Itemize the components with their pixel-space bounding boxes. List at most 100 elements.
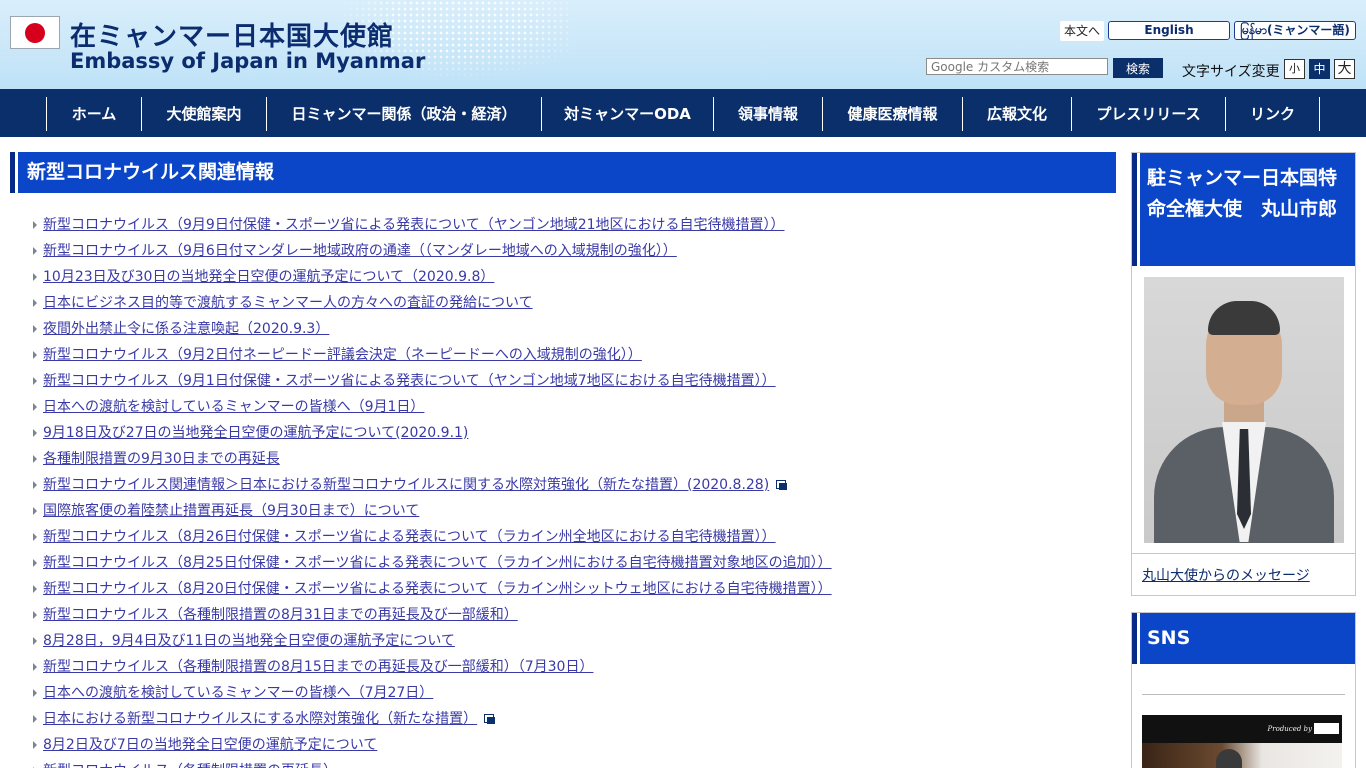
- arrow-bullet-icon: [33, 455, 37, 463]
- section-heading: 新型コロナウイルス関連情報: [10, 152, 1116, 193]
- news-list-item: 新型コロナウイルス（9月1日付保健・スポーツ省による発表について（ヤンゴン地域7…: [33, 368, 1113, 394]
- arrow-bullet-icon: [33, 403, 37, 411]
- news-link[interactable]: 日本への渡航を検討しているミャンマーの皆様へ（9月1日）: [43, 394, 424, 420]
- main-navigation: ホーム 大使館案内 日ミャンマー関係（政治・経済） 対ミャンマーODA 領事情報…: [0, 89, 1366, 137]
- arrow-bullet-icon: [33, 741, 37, 749]
- news-link[interactable]: 各種制限措置の9月30日までの再延長: [43, 446, 280, 472]
- arrow-bullet-icon: [33, 377, 37, 385]
- nav-japan-myanmar-relations[interactable]: 日ミャンマー関係（政治・経済）: [266, 97, 541, 131]
- divider: [1142, 694, 1345, 695]
- news-link[interactable]: 新型コロナウイルス（9月6日付マンダレー地域政府の通達（（マンダレー地域への入域…: [43, 238, 677, 264]
- news-list-item: 8月28日，9月4日及び11日の当地発全日空便の運航予定について: [33, 628, 1113, 654]
- news-list-item: 日本への渡航を検討しているミャンマーの皆様へ（7月27日）: [33, 680, 1113, 706]
- news-list-item: 9月18日及び27日の当地発全日空便の運航予定について(2020.9.1): [33, 420, 1113, 446]
- nav-oda[interactable]: 対ミャンマーODA: [541, 97, 713, 131]
- arrow-bullet-icon: [33, 273, 37, 281]
- external-window-icon: [484, 713, 496, 725]
- arrow-bullet-icon: [33, 429, 37, 437]
- producer-logo-icon: [1314, 723, 1339, 734]
- news-list-item: 新型コロナウイルス（9月6日付マンダレー地域政府の通達（（マンダレー地域への入域…: [33, 238, 1113, 264]
- news-list-item: 新型コロナウイルス（8月20日付保健・スポーツ省による発表について（ラカイン州シ…: [33, 576, 1113, 602]
- arrow-bullet-icon: [33, 481, 37, 489]
- news-link[interactable]: 日本における新型コロナウイルスにする水際対策強化（新たな措置）: [43, 706, 477, 732]
- skip-to-content-link[interactable]: 本文へ: [1060, 21, 1104, 41]
- arrow-bullet-icon: [33, 325, 37, 333]
- site-title-japanese[interactable]: 在ミャンマー日本国大使館: [70, 16, 394, 53]
- ambassador-heading: 駐ミャンマー日本国特命全権大使 丸山市郎: [1132, 153, 1355, 266]
- arrow-bullet-icon: [33, 507, 37, 515]
- font-size-small-button[interactable]: 小: [1284, 59, 1305, 79]
- nav-culture[interactable]: 広報文化: [962, 97, 1071, 131]
- arrow-bullet-icon: [33, 221, 37, 229]
- arrow-bullet-icon: [33, 715, 37, 723]
- news-list-item: 新型コロナウイルス（各種制限措置の8月15日までの再延長及び一部緩和）（7月30…: [33, 654, 1113, 680]
- arrow-bullet-icon: [33, 637, 37, 645]
- sns-panel: SNS Produced by: [1131, 612, 1356, 768]
- language-english-button[interactable]: English: [1108, 21, 1230, 40]
- news-link[interactable]: 新型コロナウイルス（8月26日付保健・スポーツ省による発表について（ラカイン州全…: [43, 524, 776, 550]
- news-list-item: 日本における新型コロナウイルスにする水際対策強化（新たな措置）: [33, 706, 1113, 732]
- news-link[interactable]: 新型コロナウイルス（各種制限措置の再延長）: [43, 758, 337, 768]
- arrow-bullet-icon: [33, 689, 37, 697]
- arrow-bullet-icon: [33, 611, 37, 619]
- news-list: 新型コロナウイルス（9月9日付保健・スポーツ省による発表について（ヤンゴン地域2…: [33, 212, 1113, 768]
- news-link[interactable]: 日本への渡航を検討しているミャンマーの皆様へ（7月27日）: [43, 680, 433, 706]
- nav-home[interactable]: ホーム: [46, 97, 141, 131]
- font-size-large-button[interactable]: 大: [1334, 59, 1355, 79]
- nav-health[interactable]: 健康医療情報: [822, 97, 962, 131]
- news-list-item: 国際旅客便の着陸禁止措置再延長（9月30日まで）について: [33, 498, 1113, 524]
- ambassador-message-link[interactable]: 丸山大使からのメッセージ: [1142, 565, 1310, 585]
- font-size-label: 文字サイズ変更: [1182, 64, 1280, 80]
- news-list-item: 新型コロナウイルス（9月2日付ネーピードー評議会決定（ネーピードーへの入域規制の…: [33, 342, 1113, 368]
- news-link[interactable]: 新型コロナウイルス（各種制限措置の8月31日までの再延長及び一部緩和）: [43, 602, 518, 628]
- news-list-item: 新型コロナウイルス（8月25日付保健・スポーツ省による発表について（ラカイン州に…: [33, 550, 1113, 576]
- nav-links[interactable]: リンク: [1225, 97, 1320, 131]
- ambassador-photo[interactable]: [1144, 277, 1344, 543]
- nav-consular[interactable]: 領事情報: [713, 97, 822, 131]
- arrow-bullet-icon: [33, 663, 37, 671]
- news-link[interactable]: 新型コロナウイルス（9月2日付ネーピードー評議会決定（ネーピードーへの入域規制の…: [43, 342, 642, 368]
- news-link[interactable]: 新型コロナウイルス（各種制限措置の8月15日までの再延長及び一部緩和）（7月30…: [43, 654, 593, 680]
- news-link[interactable]: 新型コロナウイルス（8月25日付保健・スポーツ省による発表について（ラカイン州に…: [43, 550, 832, 576]
- site-header: 在ミャンマー日本国大使館 Embassy of Japan in Myanmar…: [0, 0, 1366, 89]
- news-list-item: 日本への渡航を検討しているミャンマーの皆様へ（9月1日）: [33, 394, 1113, 420]
- sns-video-thumbnail[interactable]: Produced by: [1142, 715, 1342, 768]
- font-size-medium-button[interactable]: 中: [1309, 59, 1330, 79]
- arrow-bullet-icon: [33, 351, 37, 359]
- news-list-item: 新型コロナウイルス（8月26日付保健・スポーツ省による発表について（ラカイン州全…: [33, 524, 1113, 550]
- site-title-english[interactable]: Embassy of Japan in Myanmar: [70, 49, 425, 73]
- video-credit-text: Produced by: [1267, 725, 1312, 733]
- news-link[interactable]: 新型コロナウイルス（9月1日付保健・スポーツ省による発表について（ヤンゴン地域7…: [43, 368, 776, 394]
- news-list-item: 新型コロナウイルス（各種制限措置の8月31日までの再延長及び一部緩和）: [33, 602, 1113, 628]
- news-list-item: 新型コロナウイルス（9月9日付保健・スポーツ省による発表について（ヤンゴン地域2…: [33, 212, 1113, 238]
- news-link[interactable]: 8月28日，9月4日及び11日の当地発全日空便の運航予定について: [43, 628, 455, 654]
- sns-heading: SNS: [1132, 613, 1355, 664]
- arrow-bullet-icon: [33, 299, 37, 307]
- news-list-item: 各種制限措置の9月30日までの再延長: [33, 446, 1113, 472]
- news-link[interactable]: 9月18日及び27日の当地発全日空便の運航予定について(2020.9.1): [43, 420, 468, 446]
- news-list-item: 夜間外出禁止令に係る注意喚起（2020.9.3）: [33, 316, 1113, 342]
- search-button[interactable]: 検索: [1113, 58, 1163, 78]
- news-link[interactable]: 新型コロナウイルス（8月20日付保健・スポーツ省による発表について（ラカイン州シ…: [43, 576, 832, 602]
- search-input[interactable]: [926, 58, 1108, 75]
- arrow-bullet-icon: [33, 585, 37, 593]
- news-list-item: 新型コロナウイルス関連情報＞日本における新型コロナウイルスに関する水際対策強化（…: [33, 472, 1113, 498]
- news-link[interactable]: 新型コロナウイルス（9月9日付保健・スポーツ省による発表について（ヤンゴン地域2…: [43, 212, 785, 238]
- japan-flag-icon: [10, 16, 60, 49]
- nav-press-release[interactable]: プレスリリース: [1071, 97, 1225, 131]
- external-window-icon: [776, 479, 788, 491]
- news-link[interactable]: 国際旅客便の着陸禁止措置再延長（9月30日まで）について: [43, 498, 419, 524]
- news-link[interactable]: 日本にビジネス目的等で渡航するミャンマー人の方々への査証の発給について: [43, 290, 533, 316]
- news-link[interactable]: 10月23日及び30日の当地発全日空便の運航予定について（2020.9.8）: [43, 264, 494, 290]
- nav-embassy-info[interactable]: 大使館案内: [141, 97, 266, 131]
- arrow-bullet-icon: [33, 247, 37, 255]
- ambassador-panel: 駐ミャンマー日本国特命全権大使 丸山市郎 丸山大使からのメッセージ: [1131, 152, 1356, 596]
- news-list-item: 日本にビジネス目的等で渡航するミャンマー人の方々への査証の発給について: [33, 290, 1113, 316]
- arrow-bullet-icon: [33, 533, 37, 541]
- divider: [1132, 553, 1355, 554]
- news-list-item: 10月23日及び30日の当地発全日空便の運航予定について（2020.9.8）: [33, 264, 1113, 290]
- news-link[interactable]: 新型コロナウイルス関連情報＞日本における新型コロナウイルスに関する水際対策強化（…: [43, 472, 769, 498]
- news-link[interactable]: 夜間外出禁止令に係る注意喚起（2020.9.3）: [43, 316, 329, 342]
- news-link[interactable]: 8月2日及び7日の当地発全日空便の運航予定について: [43, 732, 377, 758]
- language-myanmar-button[interactable]: မြန်မာ(ミャンマー語): [1234, 21, 1356, 40]
